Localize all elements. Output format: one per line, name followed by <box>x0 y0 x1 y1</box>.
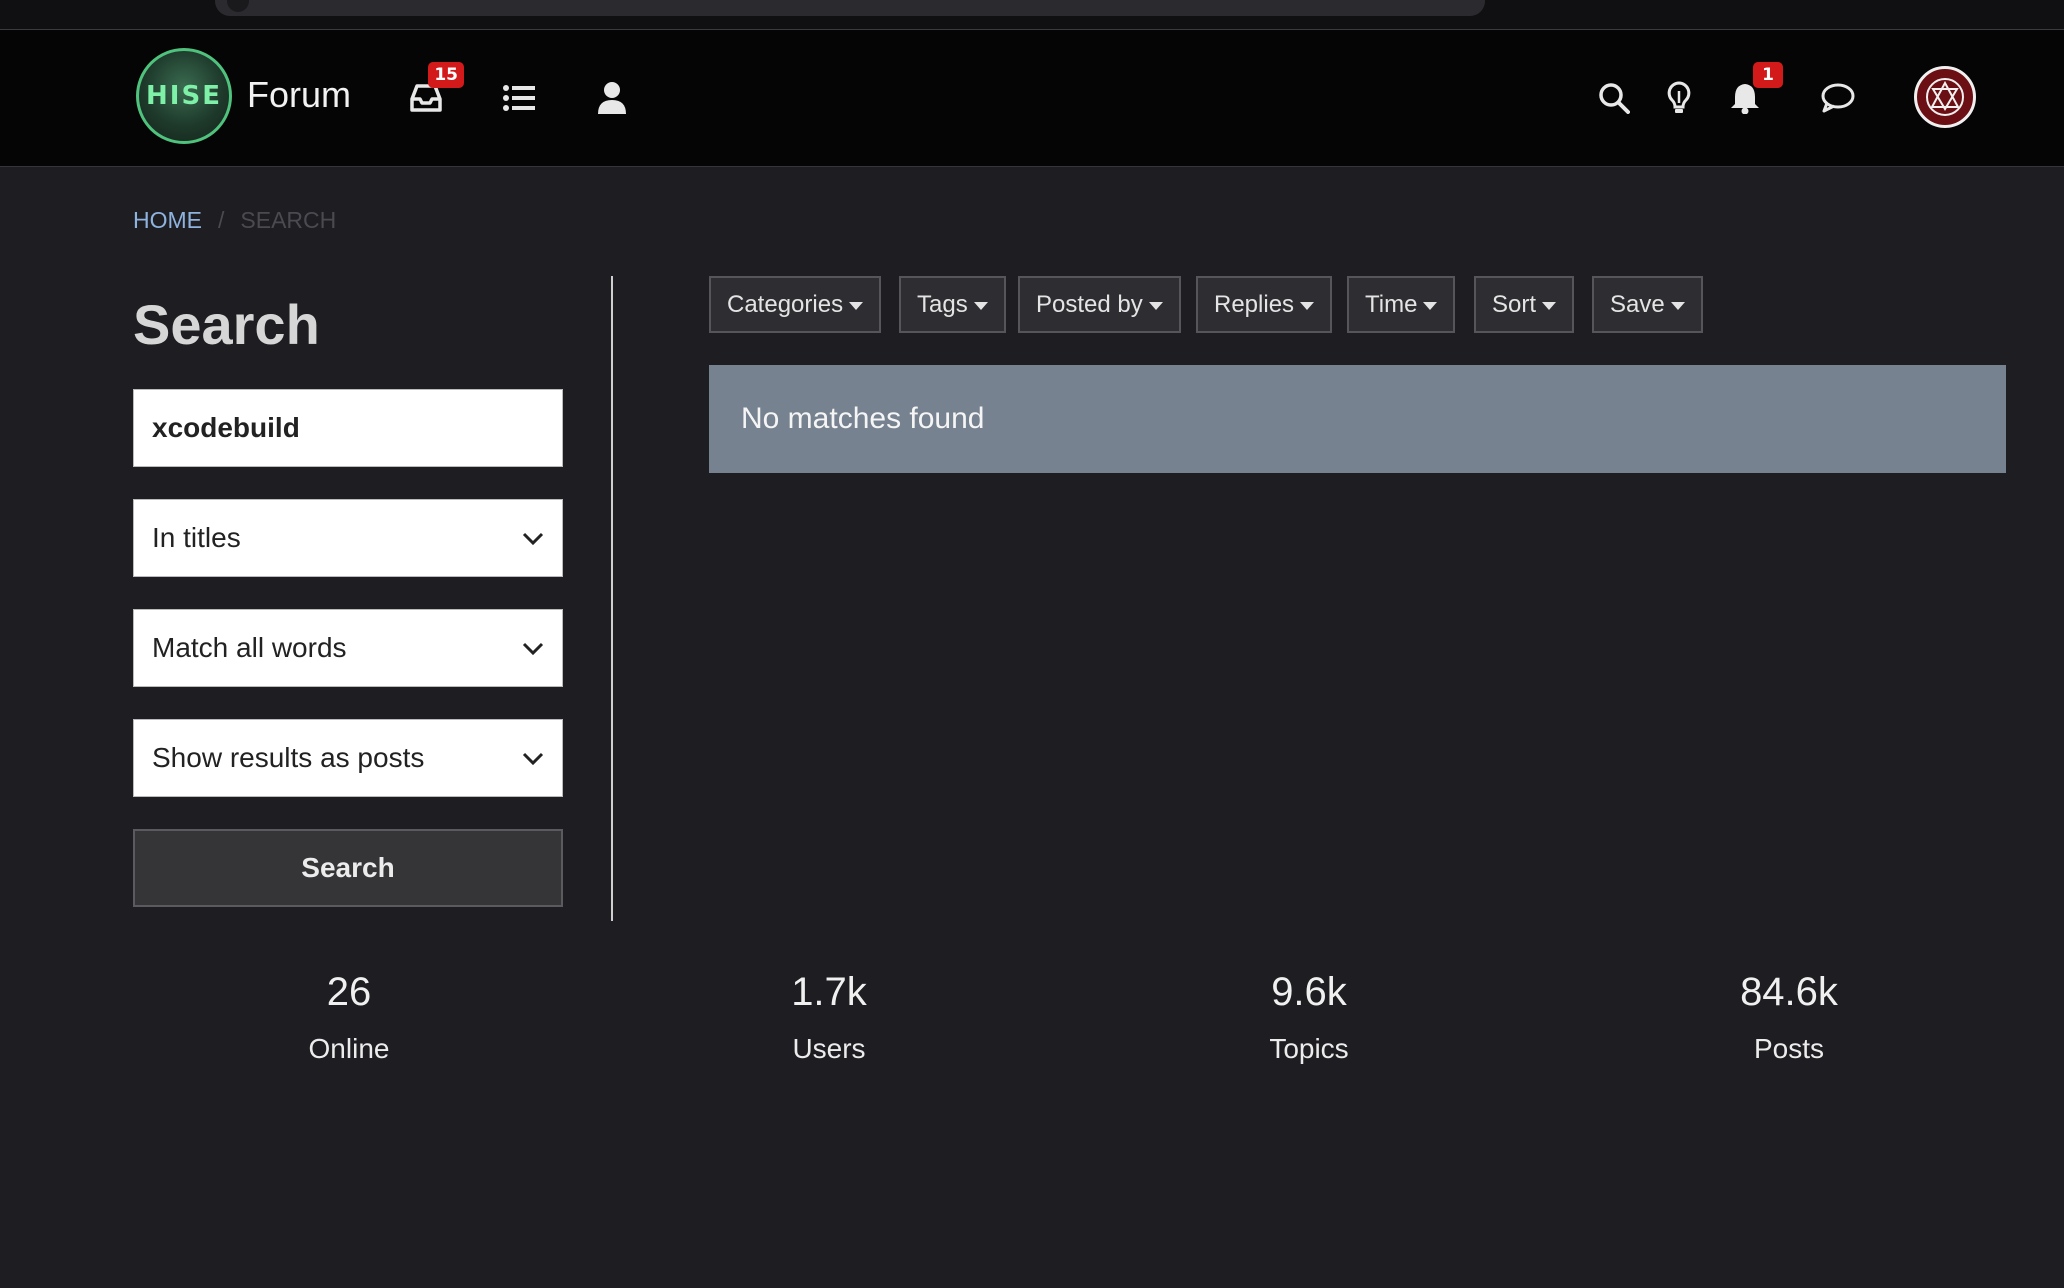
breadcrumb: HOME / SEARCH <box>133 207 336 234</box>
popular-button[interactable] <box>1657 76 1701 120</box>
stat-value: 26 <box>326 970 372 1014</box>
stat-value: 84.6k <box>1740 970 1838 1014</box>
show-results-value: Show results as posts <box>152 742 425 773</box>
search-submit-button[interactable]: Search <box>133 829 563 907</box>
filter-label: Time <box>1365 290 1418 318</box>
caret-down-icon <box>1300 302 1315 310</box>
filter-label: Posted by <box>1036 290 1143 318</box>
lightbulb-icon <box>1667 81 1691 113</box>
filter-tags-button[interactable]: Tags <box>899 276 1006 333</box>
search-input[interactable]: xcodebuild <box>133 389 563 467</box>
hise-logo[interactable]: HISE <box>136 48 232 144</box>
stat-label: Users <box>792 1033 866 1064</box>
inbox-button[interactable]: 15 <box>404 62 464 120</box>
filter-label: Tags <box>917 290 968 318</box>
breadcrumb-home[interactable]: HOME <box>133 207 202 234</box>
caret-down-icon <box>1148 302 1163 310</box>
logo-text: HISE <box>146 81 222 111</box>
user-avatar[interactable] <box>1914 66 1976 128</box>
show-results-select[interactable]: Show results as posts <box>133 719 563 797</box>
caret-down-icon <box>849 302 864 310</box>
list-icon <box>503 85 535 111</box>
search-input-value: xcodebuild <box>152 412 300 443</box>
search-in-select[interactable]: In titles <box>133 499 563 577</box>
filter-categories-button[interactable]: Categories <box>709 276 882 333</box>
browser-top-strip <box>0 0 2064 30</box>
notifications-button[interactable]: 1 <box>1723 62 1783 120</box>
breadcrumb-current: SEARCH <box>240 207 337 233</box>
chats-button[interactable] <box>1816 76 1860 120</box>
users-button[interactable] <box>590 76 634 120</box>
browser-address-bar[interactable] <box>215 0 1485 16</box>
search-button[interactable] <box>1592 76 1636 120</box>
stat-users: 1.7k Users <box>709 970 949 1065</box>
filter-label: Categories <box>727 290 844 318</box>
no-results-alert: No matches found <box>709 365 2006 473</box>
brand-title[interactable]: Forum <box>247 74 351 116</box>
chevron-down-icon <box>522 532 544 546</box>
stat-online: 26 Online <box>229 970 469 1065</box>
caret-down-icon <box>973 302 988 310</box>
match-mode-select[interactable]: Match all words <box>133 609 563 687</box>
notifications-badge: 1 <box>1753 62 1783 88</box>
search-in-value: In titles <box>152 522 241 553</box>
stat-value: 9.6k <box>1271 970 1347 1014</box>
user-icon <box>598 82 626 114</box>
caret-down-icon <box>1423 302 1438 310</box>
page-title: Search <box>133 293 320 356</box>
chevron-down-icon <box>522 752 544 766</box>
sidebar-divider <box>611 276 613 921</box>
avatar-emblem-icon <box>1926 78 1964 116</box>
stat-label: Online <box>308 1033 390 1064</box>
stat-posts: 84.6k Posts <box>1669 970 1909 1065</box>
inbox-badge: 15 <box>428 62 464 88</box>
stat-topics: 9.6k Topics <box>1189 970 1429 1065</box>
filter-sort-button[interactable]: Sort <box>1474 276 1575 333</box>
chat-icon <box>1821 83 1855 113</box>
filter-save-button[interactable]: Save <box>1592 276 1703 333</box>
filter-replies-button[interactable]: Replies <box>1196 276 1333 333</box>
stat-label: Posts <box>1753 1033 1825 1064</box>
caret-down-icon <box>1542 302 1557 310</box>
chevron-down-icon <box>522 642 544 656</box>
filter-posted-by-button[interactable]: Posted by <box>1018 276 1181 333</box>
breadcrumb-separator: / <box>218 207 225 233</box>
stat-label: Topics <box>1269 1033 1349 1064</box>
filter-label: Replies <box>1214 290 1295 318</box>
stat-value: 1.7k <box>791 970 867 1014</box>
caret-down-icon <box>1670 302 1685 310</box>
site-header: HISE Forum 15 1 <box>0 30 2064 167</box>
categories-list-button[interactable] <box>497 76 541 120</box>
filter-label: Save <box>1610 290 1665 318</box>
filter-time-button[interactable]: Time <box>1347 276 1456 333</box>
filter-label: Sort <box>1492 290 1537 318</box>
match-mode-value: Match all words <box>152 632 347 663</box>
search-icon <box>1599 83 1630 114</box>
